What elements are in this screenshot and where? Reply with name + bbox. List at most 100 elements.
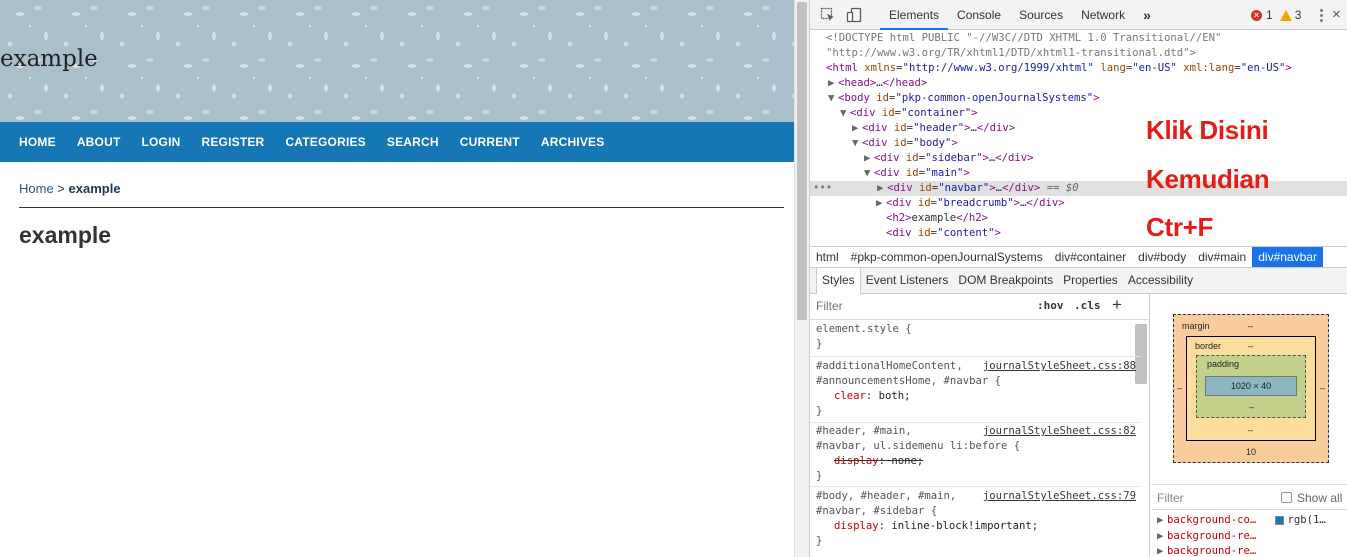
rule-property-overridden[interactable]: display: none;: [816, 454, 1136, 469]
rule-source-link[interactable]: journalStyleSheet.css:88: [983, 359, 1136, 374]
box-model-content[interactable]: 1020 × 40: [1205, 376, 1297, 396]
add-rule-icon[interactable]: +: [1112, 295, 1122, 315]
computed-property-value: rgb(1…: [1287, 514, 1326, 526]
dom-sidebar-line[interactable]: ▶ <div id="sidebar">…</div>: [864, 151, 1034, 166]
page-scroll-thumb[interactable]: [797, 2, 807, 320]
collapse-triangle-icon[interactable]: ▼: [852, 136, 862, 151]
expand-triangle-icon[interactable]: ▶: [828, 76, 838, 91]
style-rule-clear[interactable]: #additionalHomeContent, #announcementsHo…: [816, 359, 1136, 419]
nav-current[interactable]: CURRENT: [460, 135, 520, 149]
class-toggle[interactable]: .cls: [1074, 299, 1101, 312]
close-icon[interactable]: ×: [1332, 6, 1341, 23]
dom-html-line[interactable]: <html xmlns="http://www.w3.org/1999/xhtm…: [826, 61, 1292, 76]
nav-about[interactable]: ABOUT: [77, 135, 121, 149]
color-swatch[interactable]: [1275, 515, 1285, 525]
rule-selector: element.style {: [816, 323, 912, 335]
device-toolbar-icon[interactable]: [846, 7, 862, 23]
dom-body-div-line[interactable]: ▼ <div id="body">: [852, 136, 958, 151]
dom-container-line[interactable]: ▼ <div id="container">: [840, 106, 978, 121]
expand-triangle-icon[interactable]: ▶: [876, 196, 886, 211]
styles-subtabs: Styles Event Listeners DOM Breakpoints P…: [810, 268, 1347, 294]
collapse-triangle-icon[interactable]: ▼: [840, 106, 850, 121]
margin-right-value: –: [1320, 383, 1326, 393]
dom-header-id: header: [919, 122, 958, 134]
nav-search[interactable]: SEARCH: [387, 135, 439, 149]
more-options-icon[interactable]: ⋮: [1314, 6, 1329, 24]
box-model-padding[interactable]: padding – 1020 × 40: [1196, 355, 1306, 418]
styles-scroll-thumb[interactable]: [1135, 324, 1147, 384]
computed-property-row[interactable]: ▶ background-re…: [1157, 545, 1256, 557]
tab-sources[interactable]: Sources: [1010, 0, 1072, 30]
nav-home[interactable]: HOME: [19, 135, 56, 149]
dom-breadcrumb-body[interactable]: #pkp-common-openJournalSystems: [845, 247, 1049, 267]
dom-doctype-line-2[interactable]: "http://www.w3.org/TR/xhtml1/DTD/xhtml1-…: [826, 46, 1196, 61]
computed-property-row[interactable]: ▶ background-co… rgb(1…: [1157, 514, 1326, 526]
hover-state-toggle[interactable]: :hov: [1037, 299, 1064, 312]
page-title: example: [19, 222, 112, 248]
styles-filter-input[interactable]: [816, 299, 956, 313]
nav-categories[interactable]: CATEGORIES: [285, 135, 365, 149]
subtab-styles[interactable]: Styles: [816, 268, 861, 294]
nav-login[interactable]: LOGIN: [141, 135, 180, 149]
dom-h2-text: example: [911, 212, 957, 224]
property-value: none;: [891, 455, 924, 467]
rule-property[interactable]: clear: both;: [816, 389, 1136, 404]
computed-filter-input[interactable]: Filter: [1157, 491, 1184, 505]
dom-doctype-text-2: "http://www.w3.org/TR/xhtml1/DTD/xhtml1-…: [826, 47, 1196, 59]
rule-property[interactable]: display: inline-block!important;: [816, 519, 1136, 534]
subtab-properties[interactable]: Properties: [1058, 268, 1123, 293]
inspect-element-icon[interactable]: [820, 7, 836, 23]
site-title[interactable]: example: [0, 46, 98, 72]
breadcrumb-home-link[interactable]: Home: [19, 181, 54, 196]
dom-breadcrumb-main[interactable]: div#main: [1192, 247, 1252, 267]
dom-main-id: main: [931, 167, 957, 179]
dom-body-line[interactable]: ▼ <body id="pkp-common-openJournalSystems…: [828, 91, 1100, 106]
expand-triangle-icon[interactable]: ▶: [1157, 530, 1167, 542]
breadcrumb-separator: >: [53, 181, 69, 196]
computed-property-row[interactable]: ▶ background-re…: [1157, 530, 1256, 542]
expand-triangle-icon[interactable]: ▶: [1157, 514, 1167, 526]
collapse-triangle-icon[interactable]: ▼: [828, 91, 838, 106]
box-model-margin[interactable]: margin – – – 10 border – – padding – 102…: [1173, 314, 1329, 463]
border-label: border: [1195, 341, 1222, 351]
dom-breadcrumb-line[interactable]: ▶ <div id="breadcrumb">…</div>: [876, 196, 1065, 211]
dom-breadcrumb-container[interactable]: div#container: [1049, 247, 1132, 267]
style-rule-display-none[interactable]: #header, #main, #navbar, ul.sidemenu li:…: [816, 424, 1136, 484]
more-tabs-button[interactable]: »: [1134, 0, 1160, 30]
dom-header-line[interactable]: ▶ <div id="header">…</div>: [852, 121, 1015, 136]
dom-h2-line[interactable]: <h2>example</h2>: [886, 211, 988, 226]
expand-triangle-icon[interactable]: ▶: [864, 151, 874, 166]
nav-register[interactable]: REGISTER: [201, 135, 264, 149]
rule-source-link[interactable]: journalStyleSheet.css:82: [983, 424, 1136, 439]
style-rule-inline-block[interactable]: #body, #header, #main, #navbar, #sidebar…: [816, 489, 1136, 549]
collapse-triangle-icon[interactable]: ▼: [864, 166, 874, 181]
box-model-border[interactable]: border – – padding – 1020 × 40: [1186, 336, 1316, 441]
border-top-value: –: [1248, 341, 1254, 351]
subtab-event-listeners[interactable]: Event Listeners: [861, 268, 954, 293]
dom-breadcrumb-body-div[interactable]: div#body: [1132, 247, 1192, 267]
expand-triangle-icon[interactable]: ▶: [877, 181, 887, 196]
dom-breadcrumb-navbar[interactable]: div#navbar: [1252, 247, 1323, 267]
expand-triangle-icon[interactable]: ▶: [852, 121, 862, 136]
dom-head-line[interactable]: ▶ <head>…</head>: [828, 76, 927, 91]
subtab-dom-breakpoints[interactable]: DOM Breakpoints: [953, 268, 1058, 293]
dom-html-xmllang: en-US: [1247, 62, 1279, 74]
breadcrumb: Home > example: [19, 181, 784, 208]
margin-left-value: –: [1177, 383, 1183, 393]
tab-network[interactable]: Network: [1072, 0, 1134, 30]
tab-console[interactable]: Console: [948, 0, 1010, 30]
subtab-accessibility[interactable]: Accessibility: [1123, 268, 1198, 293]
dom-main-line[interactable]: ▼ <div id="main">: [864, 166, 970, 181]
style-rule-element[interactable]: element.style { }: [816, 322, 1136, 352]
page-scrollbar[interactable]: [794, 0, 809, 557]
dom-doctype-line[interactable]: <!DOCTYPE html PUBLIC "-//W3C//DTD XHTML…: [826, 31, 1221, 46]
tab-elements[interactable]: Elements: [880, 0, 949, 30]
show-all-checkbox[interactable]: [1281, 492, 1292, 503]
rule-source-link[interactable]: journalStyleSheet.css:79: [983, 489, 1136, 504]
dom-doctype-text: <!DOCTYPE html PUBLIC "-//W3C//DTD XHTML…: [826, 32, 1222, 44]
expand-triangle-icon[interactable]: ▶: [1157, 545, 1167, 557]
console-badges[interactable]: × 1 3: [1251, 8, 1301, 22]
dom-breadcrumb-html[interactable]: html: [810, 247, 845, 267]
dom-content-line[interactable]: <div id="content">: [886, 226, 1001, 241]
nav-archives[interactable]: ARCHIVES: [541, 135, 605, 149]
